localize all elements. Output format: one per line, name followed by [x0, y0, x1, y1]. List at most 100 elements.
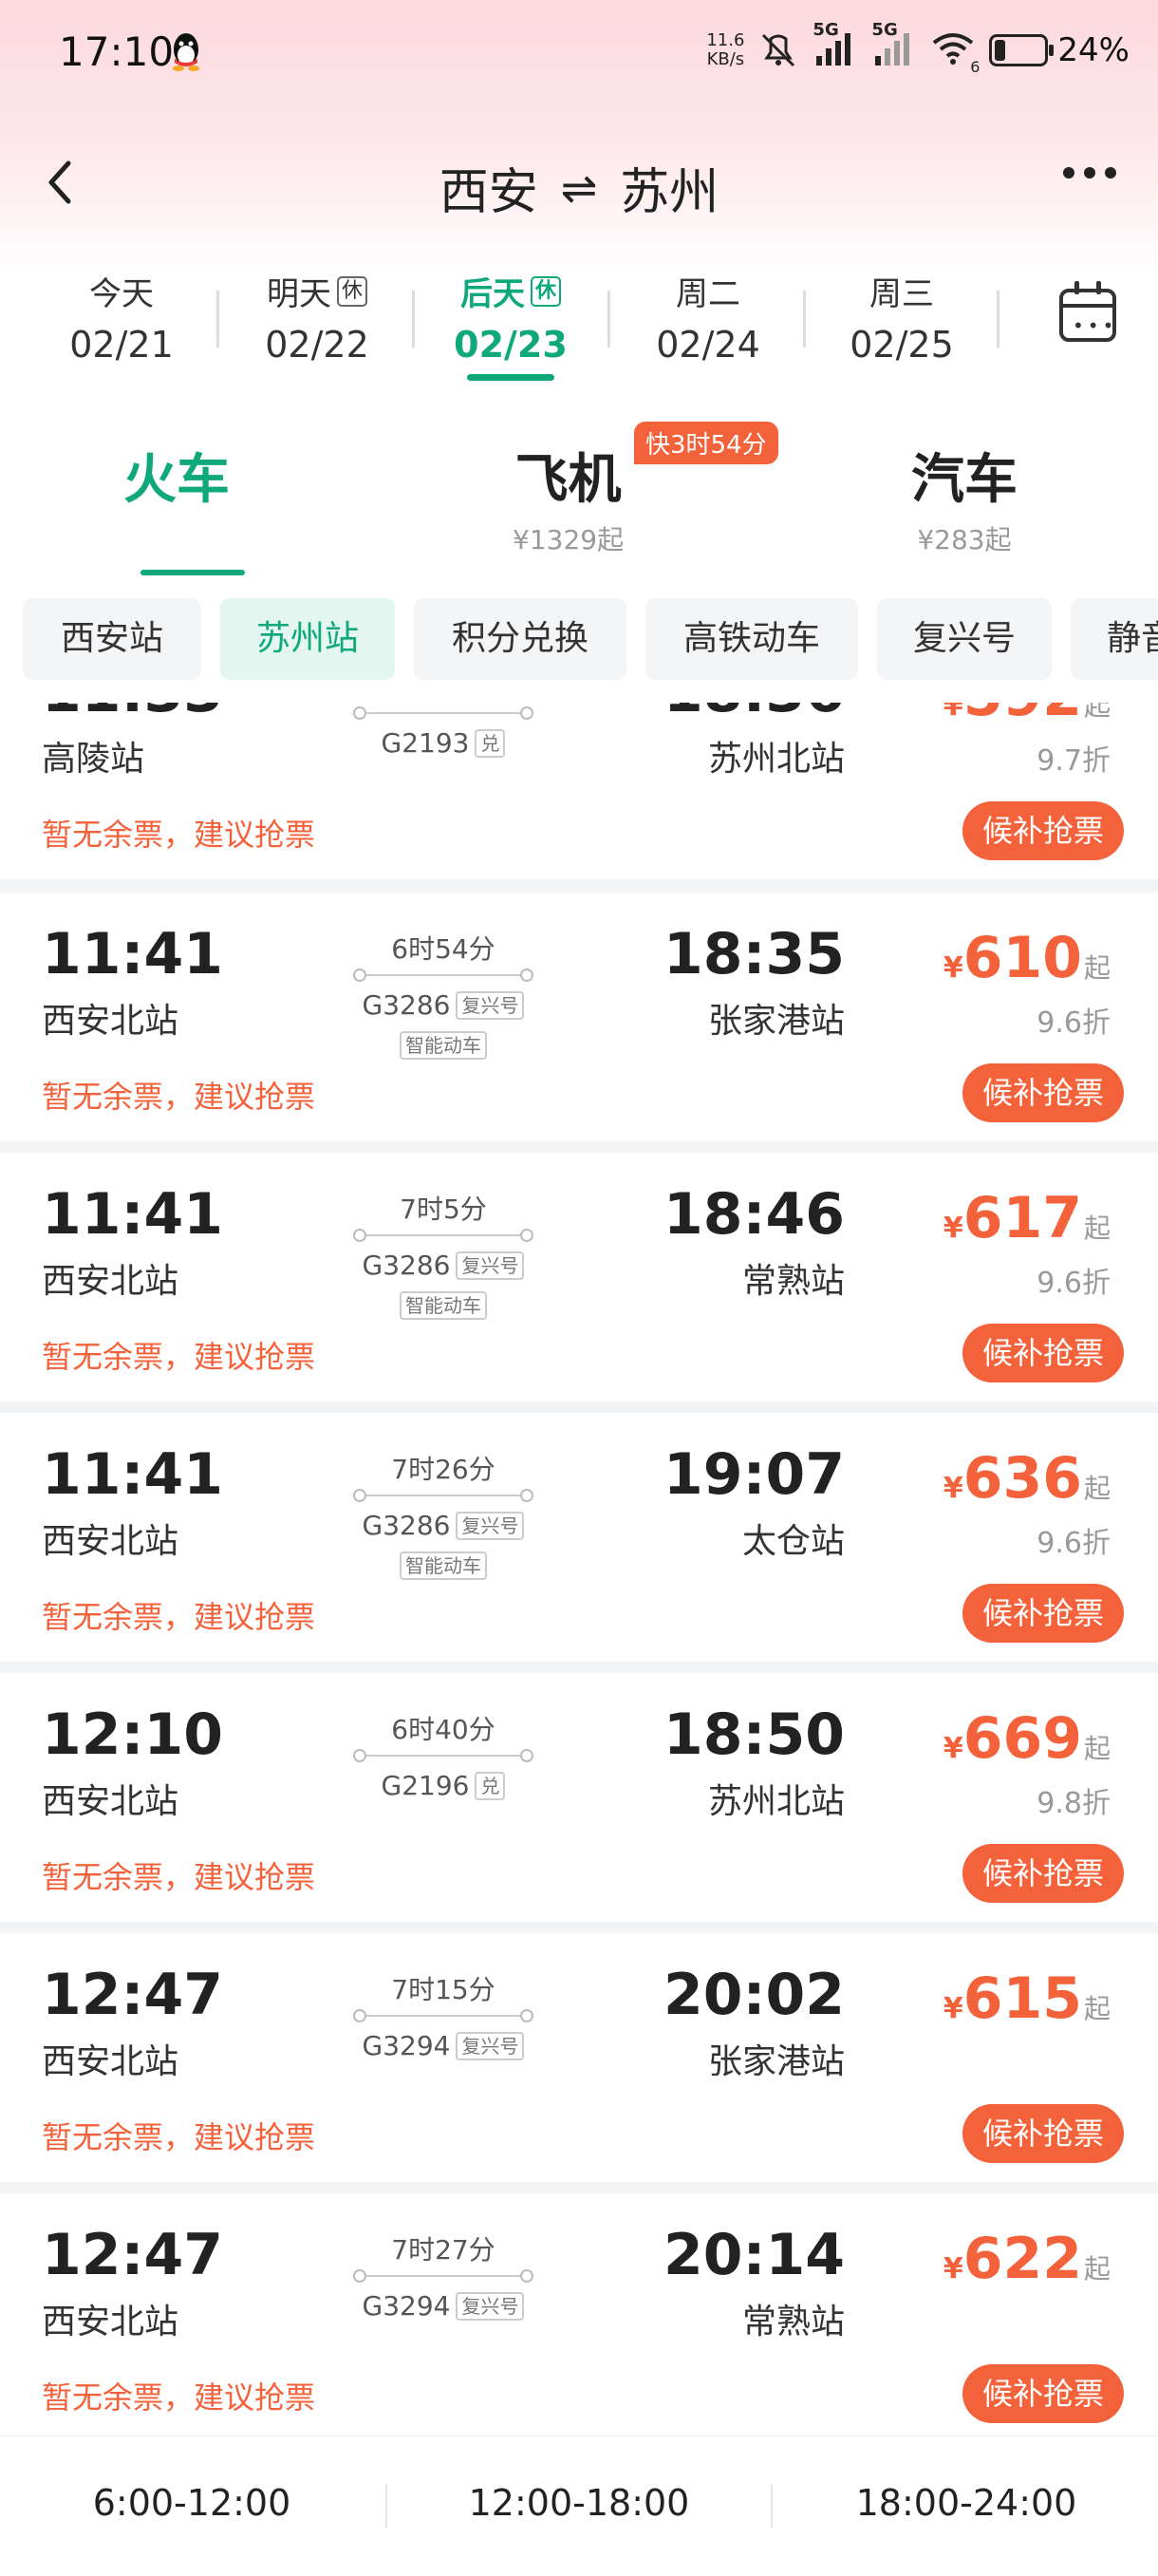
price-suffix: 起: [1083, 952, 1111, 984]
battery-level: [995, 40, 1006, 61]
train-card[interactable]: 11:33 高陵站 G2193 兑 18:36 苏州北站 ¥592起 9.7折 …: [0, 703, 1158, 879]
battery-icon: [989, 34, 1055, 66]
no-ticket-status: 暂无余票，建议抢票: [42, 817, 316, 853]
calendar-icon[interactable]: •••: [1059, 281, 1116, 342]
chip-quiet[interactable]: 静音: [1071, 598, 1158, 680]
date-item-0225[interactable]: 周三 02/25: [826, 268, 978, 366]
signal-5g-1: 5G: [812, 20, 858, 72]
date-value: 02/22: [265, 324, 369, 366]
price-value: 636: [962, 1445, 1082, 1512]
train-card[interactable]: 12:47 西安北站 7时27分 G3294 复兴号 20:14 常熟站 ¥62…: [0, 2193, 1158, 2435]
wifi-icon: [933, 32, 974, 65]
waitlist-button[interactable]: 候补抢票: [962, 1324, 1124, 1382]
departure-time: 12:47: [42, 1962, 223, 2028]
waitlist-button[interactable]: 候补抢票: [962, 2104, 1124, 2163]
date-value: 02/24: [656, 324, 760, 366]
price: ¥617 起: [943, 1185, 1111, 1251]
price-suffix: 起: [1083, 1733, 1111, 1764]
no-ticket-status: 暂无余票，建议抢票: [42, 1339, 316, 1375]
wifi-sub: 6: [970, 57, 981, 76]
arrival-station: 常熟站: [741, 2303, 845, 2341]
departure-time: 11:41: [42, 921, 223, 987]
price-suffix: 起: [1083, 2253, 1111, 2285]
signal1-label: 5G: [812, 19, 839, 40]
train-number: G3286: [362, 1510, 451, 1541]
train-tag: 复兴号: [456, 2031, 525, 2060]
date-item-0224[interactable]: 周二 02/24: [632, 268, 784, 366]
waitlist-button[interactable]: 候补抢票: [962, 1063, 1124, 1122]
duration: 6时54分: [391, 933, 495, 965]
swap-icon[interactable]: ⇌: [561, 162, 598, 214]
slot-morning[interactable]: 6:00-12:00: [21, 2482, 363, 2524]
arrival-time: 18:36: [663, 703, 845, 725]
train-card[interactable]: 12:10 西安北站 6时40分 G2196 兑 18:50 苏州北站 ¥669…: [0, 1673, 1158, 1922]
chip-xian-station[interactable]: 西安站: [23, 598, 201, 680]
arrival-time: 18:50: [663, 1702, 845, 1768]
date-weekday: 明天: [266, 275, 331, 313]
train-number: G3286: [362, 989, 451, 1021]
smart-train-tag: 智能动车: [400, 1551, 487, 1580]
date-underline: [467, 374, 554, 381]
train-card[interactable]: 11:41 西安北站 6时54分 G3286 复兴号 智能动车 18:35 张家…: [0, 893, 1158, 1141]
arrival-station: 张家港站: [707, 2042, 845, 2081]
more-icon[interactable]: [1063, 167, 1116, 179]
discount: 9.8折: [1037, 1787, 1111, 1820]
departure-time: 11:33: [42, 703, 223, 725]
smart-train-tag: 智能动车: [400, 1291, 487, 1320]
smart-train-tag: 智能动车: [400, 1031, 487, 1060]
chip-fuxing[interactable]: 复兴号: [877, 598, 1052, 680]
train-tag: 复兴号: [456, 1511, 525, 1540]
arrival-station: 太仓站: [741, 1522, 845, 1561]
waitlist-button[interactable]: 候补抢票: [962, 1844, 1124, 1903]
slot-afternoon[interactable]: 12:00-18:00: [408, 2482, 750, 2524]
price-value: 617: [962, 1185, 1082, 1251]
no-ticket-status: 暂无余票，建议抢票: [42, 1599, 316, 1635]
date-item-0222[interactable]: 明天休 02/22: [241, 268, 393, 366]
train-tag: 复兴号: [456, 2291, 525, 2321]
train-number-row: G3294 复兴号: [325, 2030, 562, 2061]
navigation-bar: 西安 ⇌ 苏州: [0, 133, 1158, 237]
discount: 9.7折: [1037, 744, 1111, 778]
train-number: G3294: [362, 2030, 451, 2061]
waitlist-button[interactable]: 候补抢票: [962, 801, 1124, 860]
price-suffix: 起: [1083, 1993, 1111, 2024]
chip-high-speed[interactable]: 高铁动车: [645, 598, 858, 680]
signal2-label: 5G: [871, 19, 898, 40]
train-number: G3286: [362, 1250, 451, 1281]
tab-bus[interactable]: 汽车 ¥283起: [911, 437, 1018, 557]
price-value: 615: [962, 1965, 1082, 2032]
net-speed-unit: KB/s: [706, 49, 745, 69]
price-currency: ¥: [943, 1732, 963, 1765]
net-speed-value: 11.6: [706, 30, 745, 50]
train-card[interactable]: 11:41 西安北站 7时26分 G3286 复兴号 智能动车 19:07 太仓…: [0, 1413, 1158, 1662]
tab-flight[interactable]: 飞机 ¥1329起: [513, 437, 624, 557]
date-item-0223-selected[interactable]: 后天休 02/23: [435, 268, 587, 366]
train-card[interactable]: 11:41 西安北站 7时5分 G3286 复兴号 智能动车 18:46 常熟站…: [0, 1153, 1158, 1401]
slot-evening[interactable]: 18:00-24:00: [795, 2482, 1137, 2524]
departure-station: 西安北站: [42, 2303, 179, 2341]
transport-mode-tabs: 火车 飞机 ¥1329起 汽车 ¥283起: [0, 399, 1158, 579]
tab-price: ¥283起: [917, 524, 1012, 555]
date-value: 02/25: [850, 324, 954, 366]
no-ticket-status: 暂无余票，建议抢票: [42, 2119, 316, 2155]
waitlist-button[interactable]: 候补抢票: [962, 2364, 1124, 2423]
tab-train[interactable]: 火车: [123, 437, 230, 514]
train-card[interactable]: 12:47 西安北站 7时15分 G3294 复兴号 20:02 张家港站 ¥6…: [0, 1933, 1158, 2182]
duration: 7时15分: [391, 1974, 495, 2005]
price-suffix: 起: [1083, 1473, 1111, 1504]
duration: 6时40分: [391, 1714, 495, 1745]
arrival-station: 苏州北站: [707, 1782, 845, 1821]
chip-points-exchange[interactable]: 积分兑换: [414, 598, 626, 680]
train-number-row: G2193 兑: [325, 727, 562, 759]
status-bar: 17:10 11.6 KB/s 5G 5G 6 24%: [0, 0, 1158, 104]
route-title[interactable]: 西安 ⇌ 苏州: [0, 152, 1158, 223]
departure-time: 11:41: [42, 1181, 223, 1248]
battery-percent: 24%: [1057, 31, 1130, 69]
departure-station: 西安北站: [42, 1002, 179, 1041]
chip-suzhou-station[interactable]: 苏州站: [220, 598, 395, 680]
date-item-0221[interactable]: 今天 02/21: [46, 268, 197, 366]
waitlist-button[interactable]: 候补抢票: [962, 1584, 1124, 1643]
date-selector: 今天 02/21 明天休 02/22 后天休 02/23 周二 02/24 周三…: [0, 256, 1158, 389]
tab-label: 飞机: [514, 449, 622, 511]
train-number-row: G3286 复兴号: [325, 989, 562, 1021]
